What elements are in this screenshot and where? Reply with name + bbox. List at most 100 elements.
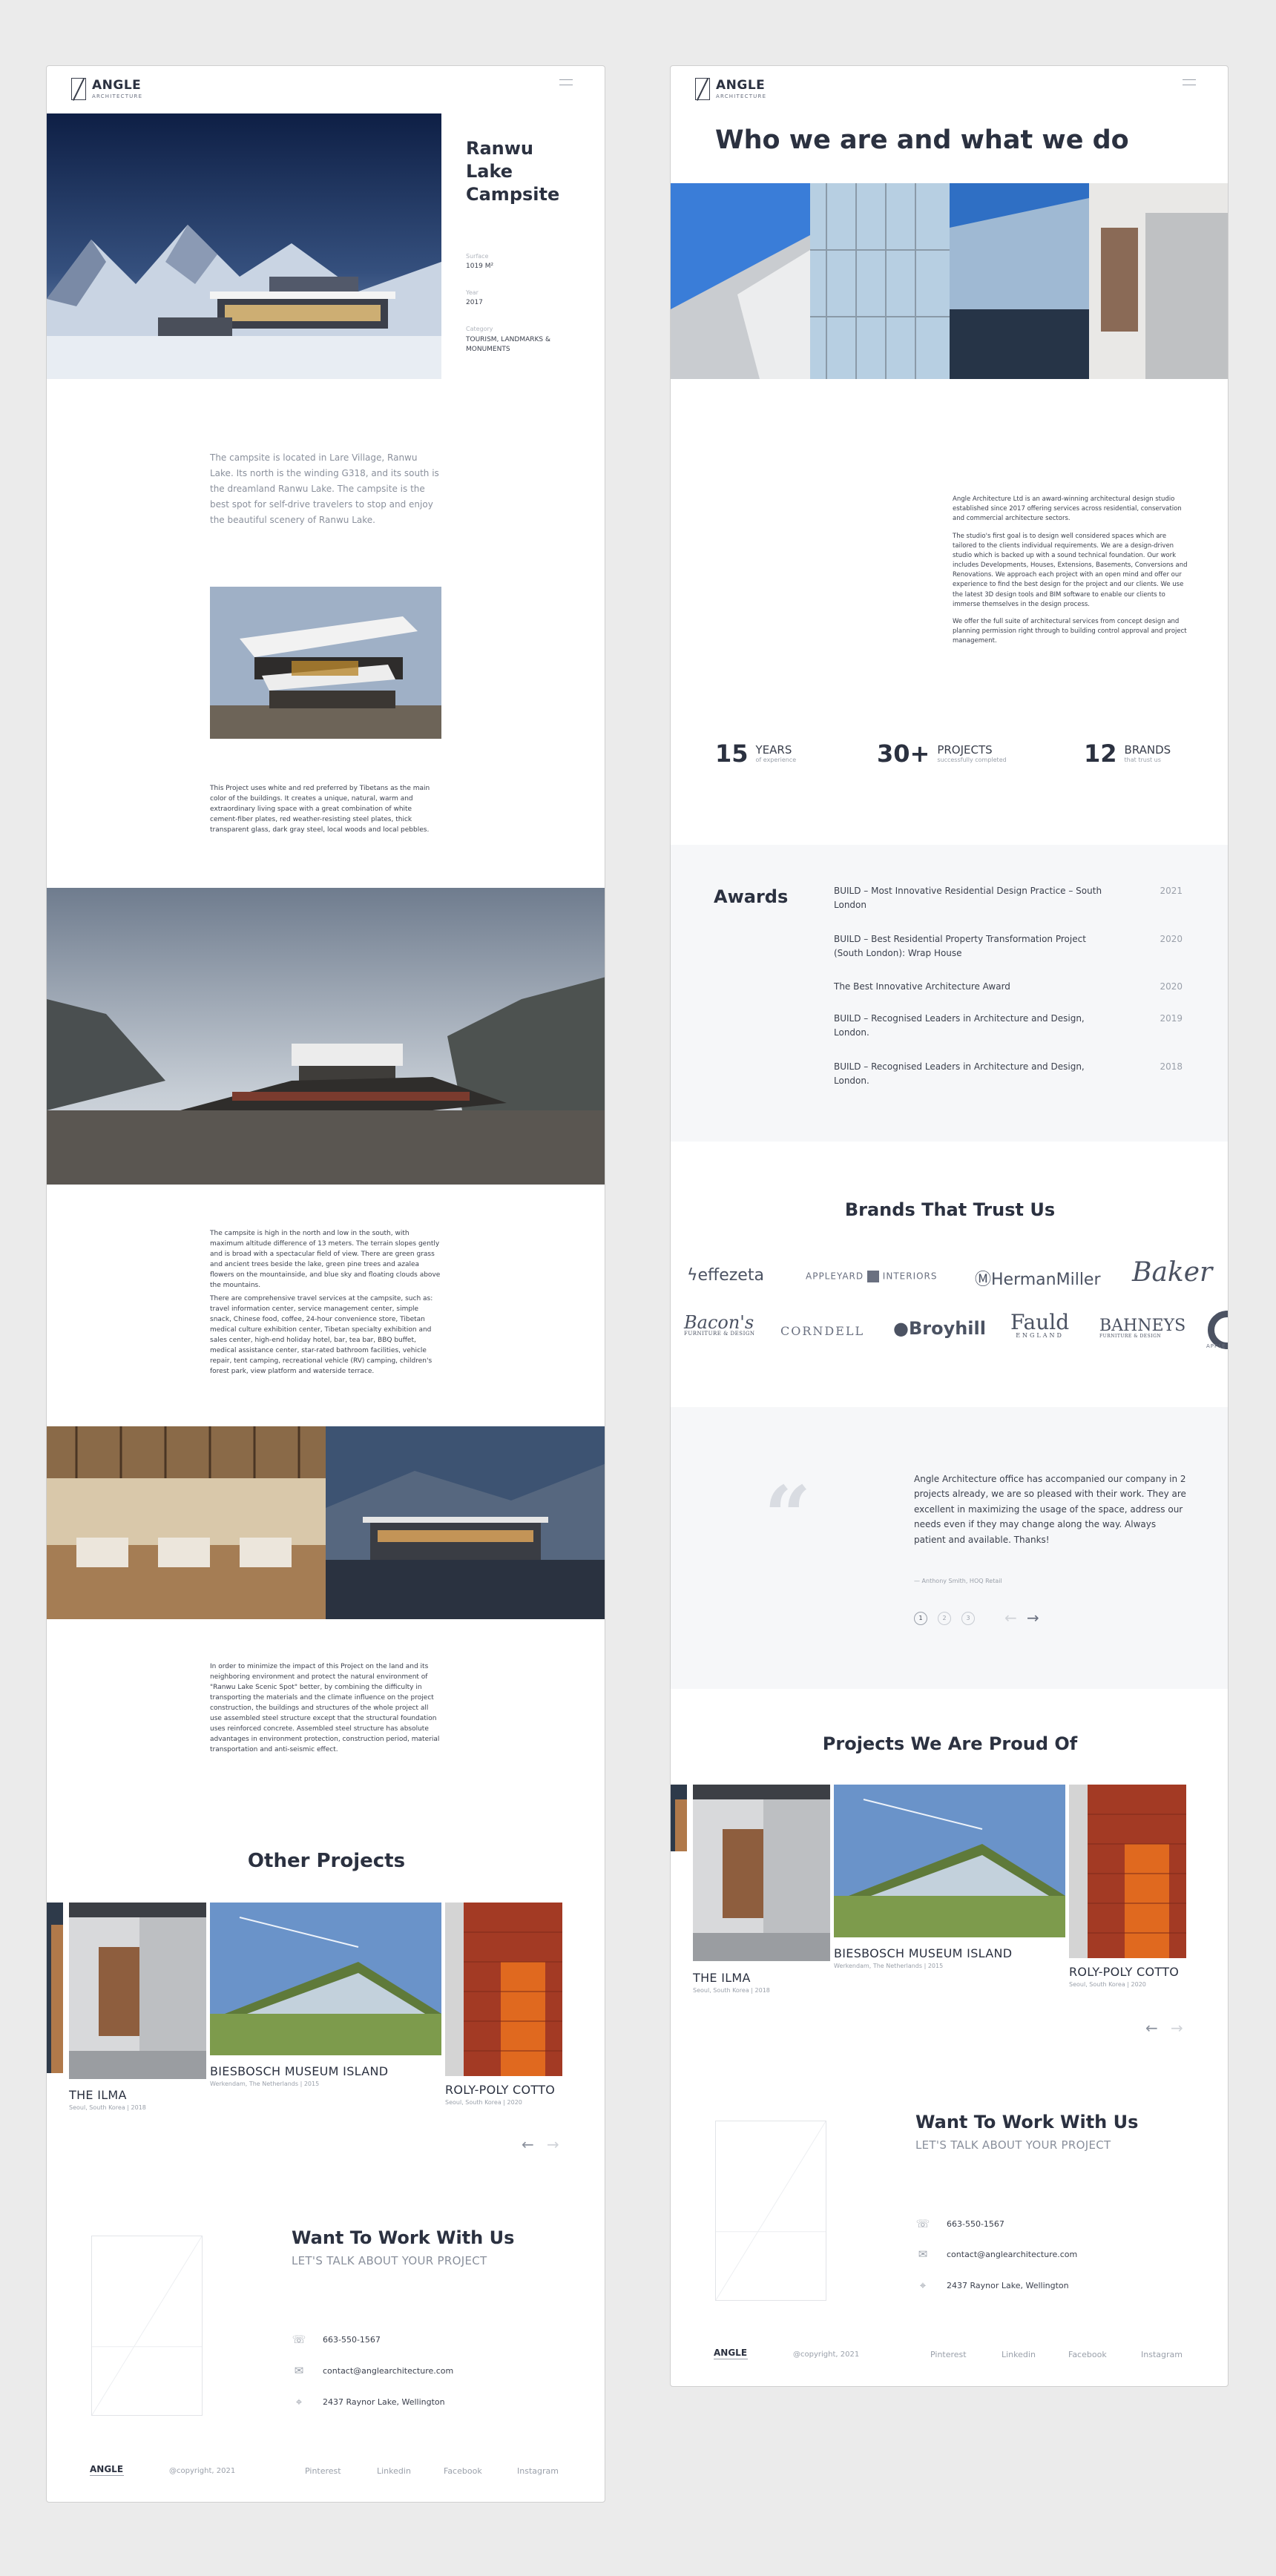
sketch-placeholder (715, 2121, 826, 2301)
project-card[interactable]: THE ILMA Seoul, South Korea | 2018 (69, 2088, 146, 2111)
logo[interactable]: ANGLE ARCHITECTURE (71, 78, 142, 100)
stat-label: PROJECTS (937, 743, 993, 757)
logo[interactable]: ANGLE ARCHITECTURE (695, 78, 766, 100)
footer-logo[interactable]: ANGLE (90, 2464, 124, 2476)
award-year: 2018 (1160, 1061, 1183, 1072)
project-card-title[interactable]: BIESBOSCH MUSEUM ISLAND (834, 1946, 1012, 1960)
footer-logo-underline (90, 2475, 124, 2476)
phone-number[interactable]: 663-550-1567 (323, 2335, 381, 2345)
phone-number[interactable]: 663-550-1567 (947, 2219, 1004, 2229)
project-paragraph-2b: There are comprehensive travel services … (210, 1295, 433, 1375)
carousel-next-button[interactable]: → (547, 2135, 559, 2153)
stat-label: BRANDS (1124, 743, 1171, 757)
project-card[interactable]: ROLY-POLY COTTO Seoul, South Korea | 202… (1069, 1965, 1179, 1988)
project-detail-page: ANGLE ARCHITECTURE Ranwu Lake Campsite S… (46, 65, 605, 2503)
award-title: BUILD – Recognised Leaders in Architectu… (834, 1061, 1085, 1087)
page-title: Who we are and what we do (715, 125, 1129, 155)
project-card-title[interactable]: ROLY-POLY COTTO (445, 2083, 555, 2097)
about-paragraph: The studio's first goal is to design wel… (953, 532, 1188, 608)
testimonial-page-2[interactable]: 2 (938, 1612, 951, 1625)
project-meta: Surface 1019 M² Year 2017 Category TOURI… (466, 253, 577, 354)
testimonial-section (671, 1407, 1228, 1689)
about-text: Angle Architecture Ltd is an award-winni… (953, 495, 1190, 646)
cta-title: Want To Work With Us (292, 2227, 515, 2248)
project-card-meta: Seoul, South Korea | 2018 (693, 1987, 770, 1994)
award-title: The Best Innovative Architecture Award (834, 981, 1010, 992)
footer-link-linkedin[interactable]: Linkedin (377, 2466, 411, 2476)
dot-icon: ● (893, 1318, 909, 1339)
footer-link-linkedin[interactable]: Linkedin (1002, 2350, 1036, 2359)
logo-title: ANGLE (716, 77, 766, 93)
footer-link-pinterest[interactable]: Pinterest (930, 2350, 967, 2359)
stat-caption: successfully completed (937, 756, 1007, 763)
contact-phone[interactable]: ☏ 663-550-1567 (292, 2333, 381, 2346)
building-image (210, 587, 441, 739)
project-card-title[interactable]: THE ILMA (693, 1971, 770, 1985)
project-card[interactable]: BIESBOSCH MUSEUM ISLAND Werkendam, The N… (834, 1946, 1012, 1969)
award-year: 2019 (1160, 1013, 1183, 1024)
brand-logo-bahneys: BAHNEYS FURNITURE & DESIGN (1099, 1317, 1186, 1339)
phone-icon: ☏ (915, 2217, 930, 2230)
footer-logo-text: ANGLE (714, 2348, 748, 2358)
stat-number: 30+ (877, 739, 930, 768)
carousel-next-button[interactable]: → (1171, 2019, 1183, 2037)
footer-link-instagram[interactable]: Instagram (1141, 2350, 1183, 2359)
stat-caption: of experience (755, 756, 797, 763)
project-card[interactable]: ROLY-POLY COTTO Seoul, South Korea | 202… (445, 2083, 555, 2106)
project-card-image[interactable] (1069, 1785, 1186, 1958)
circle-m-icon: Ⓜ (975, 1271, 992, 1289)
address-text: 2437 Raynor Lake, Wellington (947, 2280, 1069, 2290)
stat-number: 12 (1084, 739, 1117, 768)
email-address[interactable]: contact@anglearchitecture.com (323, 2366, 453, 2376)
awards-heading: Awards (714, 886, 789, 907)
project-card-title[interactable]: ROLY-POLY COTTO (1069, 1965, 1179, 1979)
project-card-title[interactable]: THE ILMA (69, 2088, 146, 2102)
menu-icon[interactable] (1183, 79, 1196, 85)
footer-logo-text: ANGLE (90, 2464, 124, 2474)
footer-link-instagram[interactable]: Instagram (517, 2466, 559, 2476)
about-paragraph: We offer the full suite of architectural… (953, 617, 1187, 645)
carousel-prev-button[interactable]: ← (1145, 2019, 1158, 2037)
project-card-image[interactable] (210, 1903, 441, 2055)
testimonial-prev-button[interactable]: ← (1004, 1609, 1017, 1627)
projects-heading: Projects We Are Proud Of (822, 1733, 1078, 1754)
footer-copyright: @copyright, 2021 (169, 2467, 236, 2475)
footer-link-facebook[interactable]: Facebook (444, 2466, 482, 2476)
project-card-title[interactable]: BIESBOSCH MUSEUM ISLAND (210, 2064, 388, 2078)
award-year: 2020 (1160, 934, 1183, 944)
project-card-image[interactable] (445, 1903, 562, 2076)
email-address[interactable]: contact@anglearchitecture.com (947, 2250, 1077, 2259)
logo-subtitle: ARCHITECTURE (716, 93, 767, 99)
project-card[interactable]: BIESBOSCH MUSEUM ISLAND Werkendam, The N… (210, 2064, 388, 2087)
project-card[interactable]: THE ILMA Seoul, South Korea | 2018 (693, 1971, 770, 1994)
night-building-image (326, 1426, 605, 1619)
contact-email[interactable]: ✉ contact@anglearchitecture.com (915, 2247, 1078, 2261)
meta-label: Surface (466, 253, 489, 260)
footer-link-facebook[interactable]: Facebook (1068, 2350, 1107, 2359)
award-item: BUILD – Recognised Leaders in Architectu… (834, 1012, 1183, 1040)
menu-icon[interactable] (559, 79, 573, 85)
award-item: BUILD – Most Innovative Residential Desi… (834, 884, 1183, 912)
project-card-image[interactable] (693, 1785, 830, 1961)
project-card-meta: Seoul, South Korea | 2020 (1069, 1981, 1146, 1988)
contact-email[interactable]: ✉ contact@anglearchitecture.com (292, 2364, 454, 2377)
project-paragraph-1: This Project uses white and red preferre… (210, 785, 430, 834)
footer-link-pinterest[interactable]: Pinterest (305, 2466, 341, 2476)
testimonial-next-button[interactable]: → (1027, 1609, 1039, 1627)
project-card-image[interactable] (69, 1903, 206, 2079)
award-item: The Best Innovative Architecture Award 2… (834, 980, 1183, 994)
award-year: 2020 (1160, 981, 1183, 992)
testimonial-page-3[interactable]: 3 (961, 1612, 975, 1625)
landscape-image (47, 888, 605, 1185)
brand-logo-bacons: Bacon's FURNITURE & DESIGN (684, 1312, 755, 1337)
contact-phone[interactable]: ☏ 663-550-1567 (915, 2217, 1004, 2230)
testimonial-page-1[interactable]: 1 (914, 1612, 927, 1625)
footer-logo[interactable]: ANGLE (714, 2348, 748, 2359)
carousel-prev-button[interactable]: ← (522, 2135, 534, 2153)
project-paragraph-3: In order to minimize the impact of this … (210, 1663, 440, 1753)
cta-subtitle: LET'S TALK ABOUT YOUR PROJECT (292, 2254, 487, 2267)
project-card-meta: Werkendam, The Netherlands | 2015 (210, 2081, 320, 2087)
hero-image (47, 113, 441, 379)
project-card-image[interactable] (834, 1785, 1065, 1937)
stat-brands: 12 BRANDS that trust us (1084, 739, 1171, 768)
